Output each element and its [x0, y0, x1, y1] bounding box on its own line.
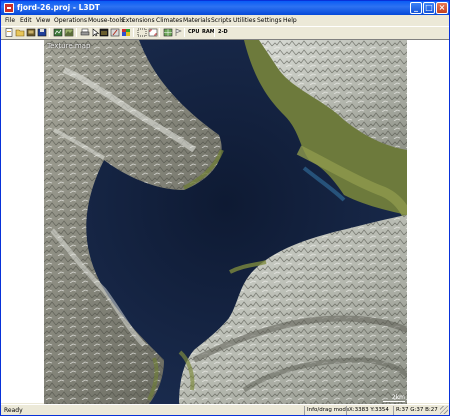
color-picker-icon[interactable] [121, 28, 131, 37]
menu-climates[interactable]: Climates [156, 16, 182, 25]
print-icon[interactable] [80, 28, 90, 37]
select-region-icon[interactable] [137, 28, 147, 37]
import-map-icon[interactable] [53, 28, 63, 37]
mosaic-icon[interactable] [163, 28, 173, 37]
toolbar-separator [159, 28, 160, 37]
map-title-label: Texture map [47, 42, 91, 50]
zoom-icon[interactable] [148, 28, 158, 37]
texture-map-image [44, 40, 407, 404]
heightfield-icon[interactable] [99, 28, 109, 37]
map-canvas-area: Texture map 2km [1, 39, 449, 404]
menu-edit[interactable]: Edit [20, 16, 32, 25]
window-title: fjord-26.proj - L3DT [17, 3, 100, 12]
toolbar: CPU RAM 2-D [1, 26, 449, 38]
menu-operations[interactable]: Operations [54, 16, 87, 25]
toolbar-separator [214, 28, 215, 37]
ram-indicator[interactable]: RAM [202, 28, 215, 37]
cpu-indicator[interactable]: CPU [188, 28, 199, 37]
new-file-icon[interactable] [4, 28, 14, 37]
menu-help[interactable]: Help [283, 16, 297, 25]
menu-extensions[interactable]: Extensions [122, 16, 155, 25]
toolbar-separator [76, 28, 77, 37]
menu-bar: File Edit View Operations Mouse-tools Ex… [1, 15, 449, 26]
menu-scripts[interactable]: Scripts [211, 16, 232, 25]
map-scale-label: 2km [391, 394, 405, 401]
status-color-readout: R:37 G:37 B:27 [393, 406, 438, 415]
status-bar: Ready Info/drag mode X:3383 Y:3354 R:37 … [1, 404, 449, 415]
title-bar[interactable]: fjord-26.proj - L3DT _ □ × [1, 1, 449, 15]
menu-settings[interactable]: Settings [257, 16, 282, 25]
minimize-button[interactable]: _ [410, 2, 422, 14]
app-icon[interactable] [4, 3, 14, 13]
open-project-icon[interactable] [26, 28, 36, 37]
toolbar-separator [184, 28, 185, 37]
view-2d-button[interactable]: 2-D [218, 28, 228, 37]
status-ready: Ready [4, 407, 23, 414]
terrain-icon[interactable] [64, 28, 74, 37]
application-window: fjord-26.proj - L3DT _ □ × File Edit Vie… [0, 0, 450, 416]
menu-view[interactable]: View [36, 16, 50, 25]
menu-materials[interactable]: Materials [183, 16, 211, 25]
map-scale-bar [383, 401, 405, 402]
save-icon[interactable] [37, 28, 47, 37]
status-coordinates: X:3383 Y:3354 [346, 406, 389, 415]
texture-map-view[interactable]: Texture map 2km [44, 40, 407, 404]
resize-grip[interactable] [440, 406, 448, 414]
edit-map-icon[interactable] [110, 28, 120, 37]
status-mode: Info/drag mode [304, 406, 349, 415]
close-button[interactable]: × [436, 2, 448, 14]
menu-mouse-tools[interactable]: Mouse-tools [88, 16, 124, 25]
maximize-button[interactable]: □ [423, 2, 435, 14]
menu-utilities[interactable]: Utilities [233, 16, 256, 25]
menu-file[interactable]: File [5, 16, 15, 25]
flag-icon[interactable] [173, 28, 183, 37]
toolbar-separator [49, 28, 50, 37]
toolbar-separator [133, 28, 134, 37]
open-folder-icon[interactable] [15, 28, 25, 37]
